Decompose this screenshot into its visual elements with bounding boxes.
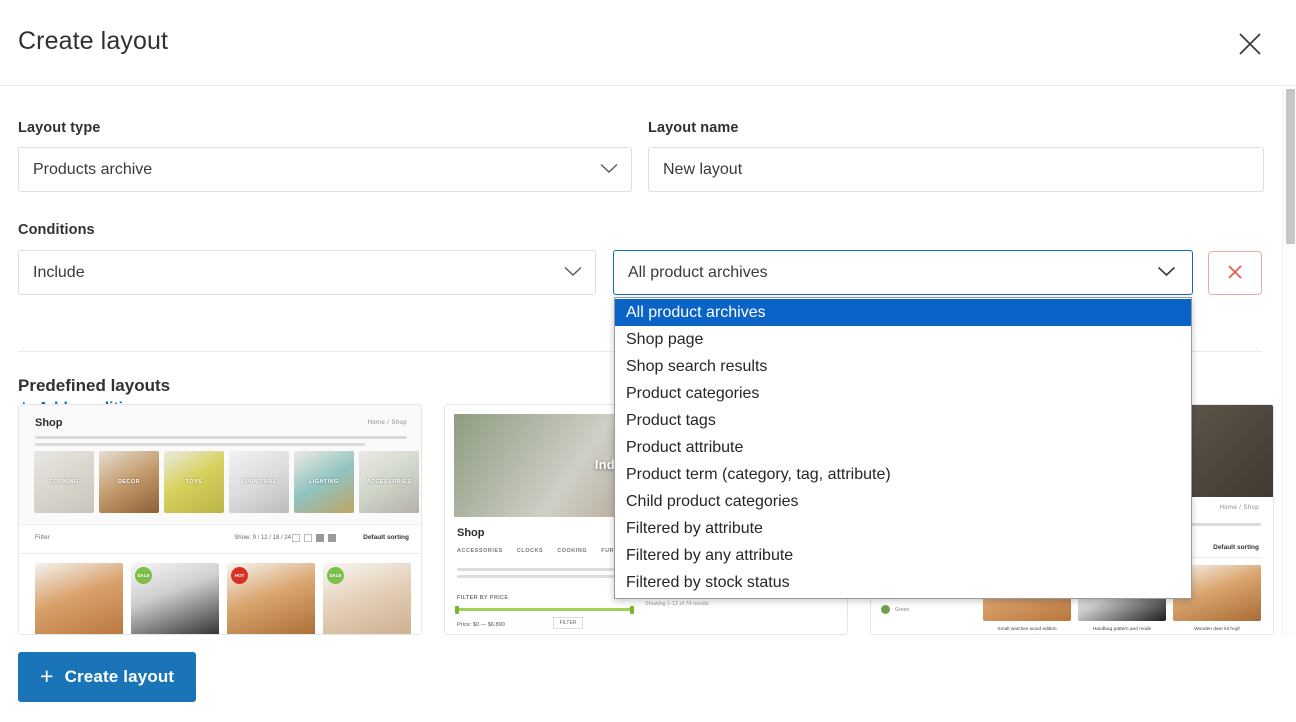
condition-rule-select[interactable] <box>18 250 596 295</box>
product-price: Accents <box>1173 633 1261 634</box>
thumb-breadcrumb: Home / Shop <box>367 420 407 426</box>
product-name: Small watches wood edition <box>997 627 1057 632</box>
condition-rule-field <box>18 250 596 295</box>
scrollbar-thumb[interactable] <box>1286 89 1295 244</box>
layout-type-field: Layout type <box>18 120 632 192</box>
close-icon <box>1237 31 1263 57</box>
layout-name-label: Layout name <box>648 120 739 136</box>
dropdown-option-shop-search-results[interactable]: Shop search results <box>615 353 1191 380</box>
thumb-shop-title: Shop <box>35 417 63 429</box>
thumb-price-range: Price: $0 — $6,890 <box>457 622 505 628</box>
dropdown-option-product-term[interactable]: Product term (category, tag, attribute) <box>615 461 1191 488</box>
thumb-category-label: COOKING <box>49 479 79 485</box>
thumb-sort-label: Default sorting <box>363 534 409 541</box>
remove-condition-button[interactable] <box>1208 251 1262 295</box>
dropdown-option-child-product-categories[interactable]: Child product categories <box>615 488 1191 515</box>
dialog-header: Create layout <box>0 0 1296 86</box>
dropdown-option-filtered-by-stock-status[interactable]: Filtered by stock status <box>615 569 1191 596</box>
thumb-category-tiles: COOKING DECOR TOYS FURNITURE LIGHTING AC… <box>34 451 419 513</box>
vertical-scrollbar[interactable] <box>1282 87 1296 637</box>
thumb-nav-item: CLOCKS <box>516 548 544 554</box>
dropdown-option-product-attribute[interactable]: Product attribute <box>615 434 1191 461</box>
thumb-shop-title: Shop <box>457 527 485 539</box>
thumb-category-label: DECOR <box>118 479 140 485</box>
condition-target-select[interactable]: All product archives <box>613 250 1193 295</box>
plus-icon: + <box>40 662 54 689</box>
create-layout-dialog: Create layout Layout type Products archi… <box>0 0 1296 722</box>
dialog-body: Layout type Layout name Conditions <box>0 86 1296 637</box>
thumb-breadcrumb: Home / Shop <box>1219 505 1259 511</box>
thumb-toolbar: Filter Show: 9 / 12 / 18 / 24 Default so… <box>19 524 421 554</box>
badge-hot: HOT <box>231 567 248 584</box>
dropdown-option-product-tags[interactable]: Product tags <box>615 407 1191 434</box>
create-layout-button[interactable]: + Create layout <box>18 652 197 702</box>
product-name: Handbag pattern and mode <box>1092 627 1152 632</box>
thumb-nav-item: ACCESSORIES <box>457 548 503 554</box>
thumb-category-label: ACCESSORIES <box>366 479 412 485</box>
condition-target-dropdown[interactable]: All product archives Shop page Shop sear… <box>614 297 1192 599</box>
thumb-category-label: LIGHTING <box>309 479 339 485</box>
conditions-label: Conditions <box>18 222 95 238</box>
condition-target-value: All product archives <box>628 263 768 281</box>
create-layout-label: Create layout <box>64 667 175 686</box>
swatch-label: Green <box>895 606 910 613</box>
dropdown-option-product-categories[interactable]: Product categories <box>615 380 1191 407</box>
chevron-down-icon <box>1157 264 1176 282</box>
close-button[interactable] <box>1230 24 1270 64</box>
dialog-footer: + Create layout <box>0 637 1296 722</box>
badge-sale: SALE <box>135 567 152 584</box>
badge-sale: SALE <box>327 567 344 584</box>
layout-type-label: Layout type <box>18 120 101 136</box>
dropdown-option-filtered-by-attribute[interactable]: Filtered by attribute <box>615 515 1191 542</box>
price-slider <box>455 605 634 614</box>
layout-name-field: Layout name <box>648 120 1264 192</box>
thumb-product-grid: SALE HOT SALE <box>35 563 411 634</box>
product-price: Bag <box>1078 633 1166 634</box>
product-price: Accessories <box>983 633 1071 634</box>
layout-name-input[interactable] <box>648 147 1264 192</box>
close-icon <box>1226 263 1244 284</box>
thumb-category-label: FURNITURE <box>241 479 277 485</box>
grid-view-icon <box>292 534 336 542</box>
thumb-sort-label: Default sorting <box>1213 544 1259 551</box>
product-name: Wooden deer kit hopf <box>1194 627 1240 632</box>
thumb-category-label: TOYS <box>185 479 203 485</box>
thumb-filter-price-label: FILTER BY PRICE <box>457 595 509 601</box>
layout-type-select[interactable] <box>18 147 632 192</box>
dropdown-option-all-product-archives[interactable]: All product archives <box>615 299 1191 326</box>
predefined-layouts-label: Predefined layouts <box>18 376 171 395</box>
thumb-filter-button: FILTER <box>553 617 583 629</box>
thumb-showing-label: Showing 1-12 of 74 results <box>645 601 709 607</box>
page-title: Create layout <box>18 27 168 55</box>
dropdown-option-shop-page[interactable]: Shop page <box>615 326 1191 353</box>
thumb-show-label: Show: 9 / 12 / 18 / 24 <box>234 535 291 541</box>
layout-thumbnail-shop-grid[interactable]: Shop Home / Shop COOKING DECOR TOYS FURN… <box>18 404 422 635</box>
thumb-filter-label: Filter <box>35 535 51 541</box>
dropdown-option-filtered-by-any-attribute[interactable]: Filtered by any attribute <box>615 542 1191 569</box>
thumb-nav-item: COOKING <box>557 548 588 554</box>
